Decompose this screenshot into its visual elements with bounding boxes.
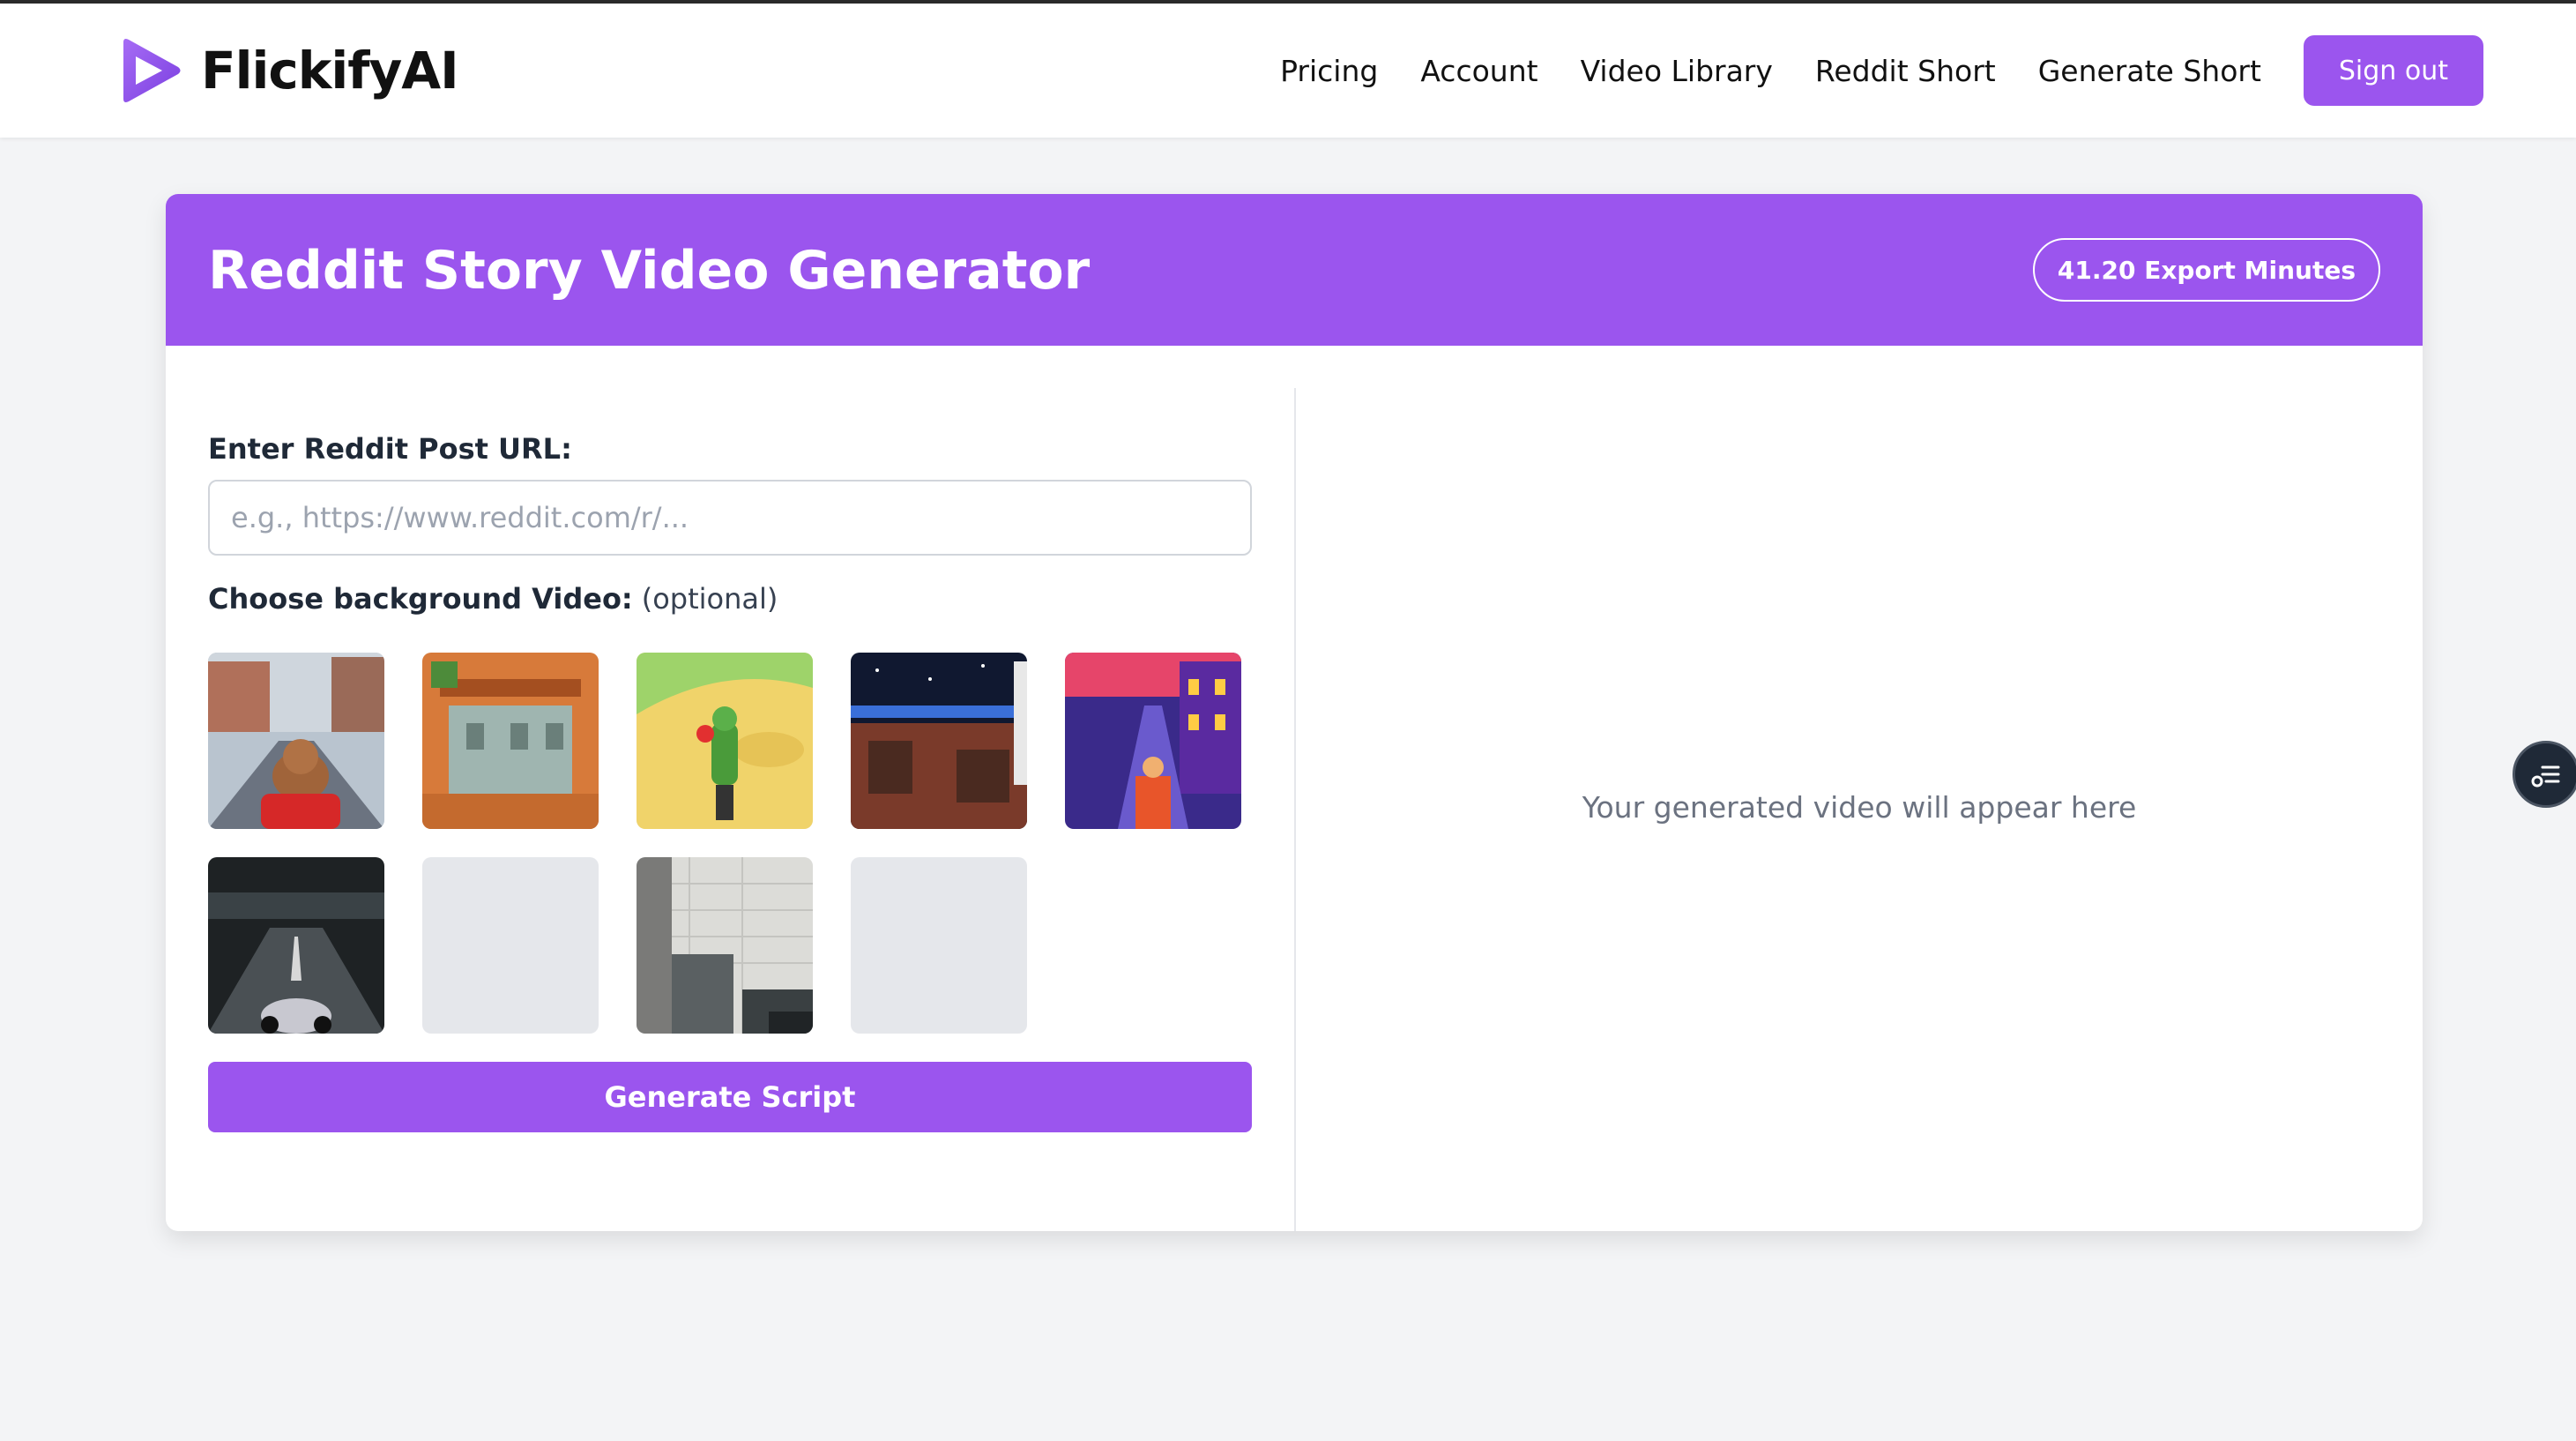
background-video-thumb[interactable] <box>208 857 384 1034</box>
night-drive-thumbnail <box>208 857 384 1034</box>
background-video-label-text: Choose background Video: <box>208 582 633 616</box>
background-video-thumb[interactable] <box>422 653 599 829</box>
optional-text: (optional) <box>641 582 778 616</box>
nav-video-library[interactable]: Video Library <box>1581 54 1773 88</box>
export-minutes-badge: 41.20 Export Minutes <box>2032 238 2380 302</box>
street-racing-thumbnail <box>208 653 384 829</box>
url-label: Enter Reddit Post URL: <box>208 432 572 466</box>
reddit-url-input[interactable] <box>208 480 1252 556</box>
generate-script-button[interactable]: Generate Script <box>208 1062 1252 1132</box>
play-triangle-logo-icon <box>123 39 181 102</box>
form-pane: Enter Reddit Post URL: Choose background… <box>208 194 1252 1231</box>
background-video-thumb[interactable] <box>208 653 384 829</box>
background-video-thumb-empty[interactable] <box>422 857 599 1034</box>
background-video-thumb[interactable] <box>637 653 813 829</box>
minecraft-house-thumbnail <box>422 653 599 829</box>
brand-name: FlickifyAI <box>201 41 459 101</box>
kart-track-thumbnail <box>637 653 813 829</box>
background-video-label: Choose background Video: (optional) <box>208 582 778 616</box>
minecraft-night-thumbnail <box>851 653 1027 829</box>
sign-out-button[interactable]: Sign out <box>2303 35 2483 106</box>
background-video-thumb-empty[interactable] <box>851 857 1027 1034</box>
nav-generate-short[interactable]: Generate Short <box>2038 54 2261 88</box>
video-preview-placeholder: Your generated video will appear here <box>1582 790 2137 825</box>
background-video-thumb[interactable] <box>1065 653 1241 829</box>
nav-pricing[interactable]: Pricing <box>1280 54 1378 88</box>
nav-account[interactable]: Account <box>1420 54 1537 88</box>
sliders-toggle-glyph <box>2531 765 2560 788</box>
parkour-wall-thumbnail <box>637 857 813 1034</box>
nav-reddit-short[interactable]: Reddit Short <box>1815 54 1996 88</box>
main-nav: Pricing Account Video Library Reddit Sho… <box>1280 35 2483 106</box>
brand[interactable]: FlickifyAI <box>115 34 459 108</box>
background-video-thumb[interactable] <box>637 857 813 1034</box>
sliders-toggle-icon[interactable] <box>2513 741 2576 808</box>
background-video-grid <box>208 653 1252 1034</box>
top-navbar: FlickifyAI Pricing Account Video Library… <box>0 4 2576 138</box>
subway-runner-thumbnail <box>1065 653 1241 829</box>
background-video-thumb[interactable] <box>851 653 1027 829</box>
